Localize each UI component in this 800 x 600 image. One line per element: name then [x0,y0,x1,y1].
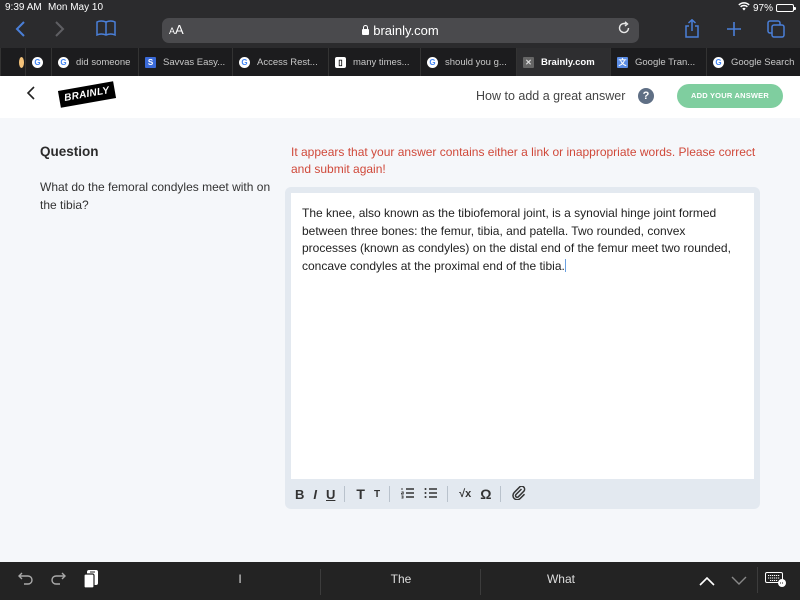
paperclip-icon [512,484,526,500]
toolbar-divider [757,567,758,593]
chevron-left-icon [26,86,35,100]
back-arrow-button[interactable] [26,84,36,107]
hide-keyboard-button[interactable] [765,572,787,593]
url-display[interactable]: brainly.com [162,23,639,38]
suggestion-2[interactable]: The [321,572,481,586]
keyboard-shortcut-bar: I The What [0,562,800,600]
toolbar-divider [500,486,502,502]
tab-bar: G Gdid someone S Savvas Easy... G Access R… [0,48,800,76]
bold-button[interactable]: B [295,487,304,502]
bookmarks-button[interactable] [96,20,116,40]
redo-button[interactable] [50,570,66,591]
help-icon[interactable]: ? [638,88,654,104]
reload-button[interactable] [617,21,631,39]
question-heading: Question [40,144,99,159]
battery-percent: 97% [752,2,773,14]
back-button[interactable] [14,20,26,42]
tab-should-you[interactable]: Gshould you g... [420,48,516,76]
paste-button[interactable] [83,569,99,594]
keyboard-icon [765,572,786,587]
toolbar-divider [447,486,449,502]
toolbar-divider [344,486,346,502]
chevron-up-icon [699,576,715,586]
battery-icon [776,4,796,12]
status-date: Mon May 10 [48,2,104,13]
lock-icon [362,25,370,35]
underline-button[interactable]: U [326,487,335,502]
tab-access-rest[interactable]: G Access Rest... [232,48,328,76]
math-button[interactable]: √x [459,488,471,500]
brainly-logo[interactable]: BRAINLY [57,81,116,108]
tab-savvas[interactable]: S Savvas Easy... [138,48,232,76]
browser-toolbar: 9:39 AM Mon May 10 97% AA brainly.com [0,0,800,48]
share-button[interactable] [684,18,700,43]
undo-icon [18,572,33,585]
tab-many-times[interactable]: ▯ many times... [328,48,420,76]
next-field-button[interactable] [731,573,747,591]
tab-overview-button[interactable] [767,20,785,42]
tabs-icon [767,20,785,38]
google-favicon-icon: G [713,56,724,68]
google-favicon-icon: G [58,56,69,68]
answer-input[interactable]: The knee, also known as the tibiofemoral… [291,193,754,479]
reload-icon [618,21,630,34]
savvas-favicon-icon: S [145,56,156,68]
tab-pinned[interactable] [0,48,25,76]
tab-did-someone[interactable]: Gdid someone [51,48,138,76]
status-time: 9:39 AM [5,2,42,13]
plus-icon [727,22,741,36]
clipboard-icon [83,570,98,589]
toolbar-divider [389,486,391,502]
chevron-down-icon [731,576,747,585]
italic-button[interactable]: I [313,487,317,502]
attachment-button[interactable] [512,484,527,503]
new-tab-button[interactable] [726,21,742,41]
tab-google[interactable]: G [25,48,51,76]
heading-large-button[interactable]: T [356,486,365,502]
question-text: What do the femoral condyles meet with o… [40,180,271,212]
book-favicon-icon: ▯ [335,56,346,68]
google-translate-favicon-icon: 文 [617,56,628,68]
suggestion-3[interactable]: What [481,572,641,586]
book-icon [96,20,116,37]
wifi-icon [738,2,750,14]
error-message: It appears that your answer contains eit… [291,145,756,176]
previous-field-button[interactable] [699,573,715,591]
share-icon [685,18,699,38]
site-header: BRAINLY How to add a great answer ? ADD … [0,76,800,118]
ordered-list-button[interactable] [401,487,415,502]
favicon-icon [19,56,24,68]
google-favicon-icon: G [32,56,43,68]
ordered-list-icon [401,487,415,498]
text-caret [564,258,566,272]
editor-toolbar: B I U T T √x Ω [285,481,536,507]
redo-icon [51,572,66,585]
undo-button[interactable] [18,570,34,591]
status-indicators: 97% [738,2,796,14]
close-tab-icon[interactable]: ✕ [523,56,534,68]
tab-google-translate[interactable]: 文 Google Tran... [610,48,706,76]
google-favicon-icon: G [427,56,438,68]
forward-button[interactable] [54,20,66,42]
address-bar[interactable]: AA brainly.com [162,18,639,43]
add-your-answer-button[interactable]: ADD YOUR ANSWER [677,84,783,108]
bullet-list-button[interactable] [424,487,438,502]
tab-brainly[interactable]: ✕ Brainly.com [516,48,610,76]
answer-editor: The knee, also known as the tibiofemoral… [285,187,760,509]
heading-small-button[interactable]: T [374,489,380,500]
tab-google-search[interactable]: G Google Search [706,48,800,76]
url-text: brainly.com [373,23,439,38]
bullet-list-icon [424,487,438,498]
how-to-answer-link[interactable]: How to add a great answer [476,89,625,103]
answer-text: The knee, also known as the tibiofemoral… [302,206,731,273]
special-characters-button[interactable]: Ω [480,486,491,502]
suggestion-1[interactable]: I [160,572,320,586]
google-favicon-icon: G [239,56,250,68]
